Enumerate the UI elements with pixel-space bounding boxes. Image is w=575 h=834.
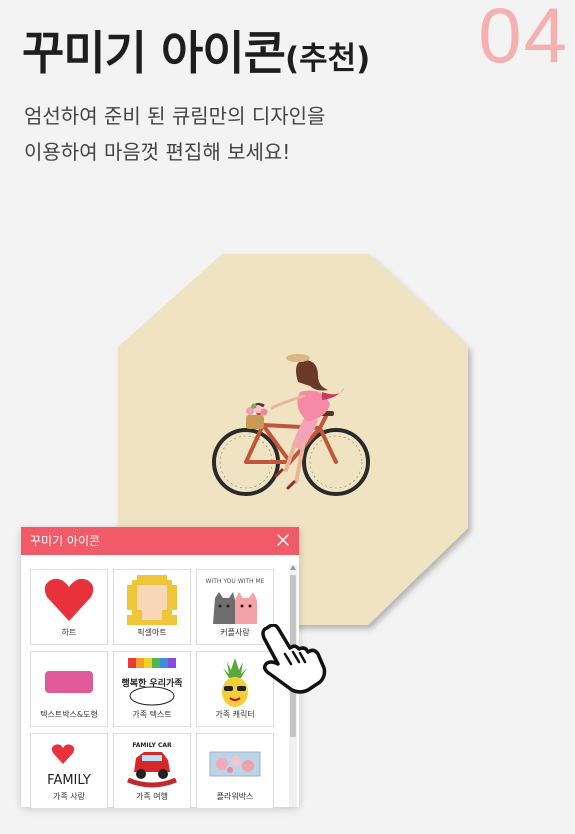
tile-label: 가족 텍스트 xyxy=(132,710,172,719)
close-icon[interactable] xyxy=(275,532,291,548)
family-car-icon: FAMILY CAR xyxy=(127,742,177,788)
icon-tile-text-box[interactable]: 텍스트박스&도형 xyxy=(30,651,108,727)
family-text-icon: 행복한 우리가족 xyxy=(122,658,182,706)
tile-label: 텍스트박스&도형 xyxy=(40,710,98,719)
family-love-art-text: FAMILY xyxy=(47,773,91,788)
family-car-art-text: FAMILY CAR xyxy=(132,742,172,749)
tile-label: 플라워박스 xyxy=(216,792,254,801)
scroll-up-arrow-icon[interactable] xyxy=(290,565,296,570)
icon-tile-flower-box[interactable]: 플라워박스 xyxy=(196,733,274,809)
family-heart-icon: FAMILY xyxy=(47,744,91,788)
heart-icon xyxy=(44,578,94,621)
tile-label: 픽셀아트 xyxy=(137,628,167,637)
flower-box-icon xyxy=(209,751,261,777)
couple-cats-icon: WITH YOU WITH ME xyxy=(206,578,265,624)
tile-label: 가족 캐릭터 xyxy=(215,710,255,719)
icon-tile-family-love[interactable]: FAMILY 가족 사랑 xyxy=(30,733,108,809)
icon-tile-family-travel[interactable]: FAMILY CAR 가족 여행 xyxy=(113,733,191,809)
panel-header: 꾸미기 아이콘 xyxy=(21,527,299,555)
tile-label: 가족 여행 xyxy=(136,792,168,801)
tile-label: 가족 사랑 xyxy=(53,792,85,801)
icon-tile-pixel-art[interactable]: 픽셀아트 xyxy=(113,569,191,645)
icon-tile-heart[interactable]: 하트 xyxy=(30,569,108,645)
text-box-icon xyxy=(45,671,93,693)
icon-tile-family-text[interactable]: 행복한 우리가족 가족 텍스트 xyxy=(113,651,191,727)
hand-pointer-icon xyxy=(261,624,327,694)
panel-title: 꾸미기 아이콘 xyxy=(30,534,101,548)
pineapple-character-icon xyxy=(222,658,248,707)
pixel-art-icon xyxy=(127,575,177,625)
couple-art-text: WITH YOU WITH ME xyxy=(206,578,265,585)
tile-label: 하트 xyxy=(61,628,77,637)
icon-grid: 하트 픽셀아트 WITH YOU WITH ME 커플사랑 텍스트박스&도형 행… xyxy=(30,569,276,809)
